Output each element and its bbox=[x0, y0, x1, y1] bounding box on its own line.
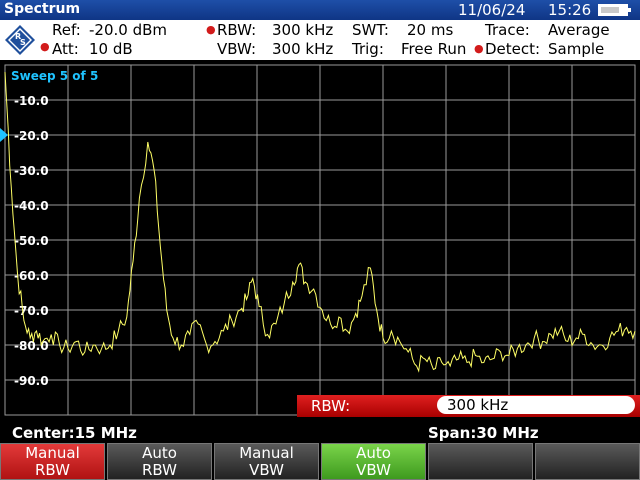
vbw-param-label: VBW: bbox=[217, 40, 257, 58]
manual-vbw-softkey[interactable]: Manual VBW bbox=[214, 443, 319, 480]
softkey-label-top: Auto bbox=[142, 444, 177, 462]
trig-value: Free Run bbox=[401, 40, 467, 58]
swt-label: SWT: bbox=[352, 21, 389, 39]
ref-label: Ref: bbox=[52, 21, 81, 39]
softkey-label-top: Auto bbox=[356, 444, 391, 462]
y-axis-label: -50.0 bbox=[14, 234, 49, 248]
center-frequency: Center:15 MHz bbox=[12, 424, 137, 442]
y-axis-label: -20.0 bbox=[14, 129, 49, 143]
att-label: Att: bbox=[52, 40, 79, 58]
y-axis-label: -40.0 bbox=[14, 199, 49, 213]
detect-value: Sample bbox=[548, 40, 605, 58]
softkey-label-top: Manual bbox=[25, 444, 80, 462]
trace-value: Average bbox=[548, 21, 610, 39]
trig-label: Trig: bbox=[352, 40, 384, 58]
y-axis-label: -90.0 bbox=[14, 374, 49, 388]
reference-level-marker bbox=[0, 128, 8, 142]
att-bullet: ● bbox=[40, 40, 50, 53]
rohde-schwarz-logo: R S bbox=[5, 25, 35, 55]
empty-softkey-6[interactable] bbox=[535, 443, 640, 480]
span-frequency: Span:30 MHz bbox=[428, 424, 539, 442]
ref-value: -20.0 dBm bbox=[89, 21, 168, 39]
title-bar: Spectrum 11/06/24 15:26 bbox=[0, 0, 640, 20]
softkey-label-bottom: VBW bbox=[356, 461, 391, 479]
app-title: Spectrum bbox=[4, 1, 81, 17]
y-axis-label: -60.0 bbox=[14, 269, 49, 283]
rbw-entry-label: RBW: bbox=[311, 397, 351, 415]
date-display: 11/06/24 bbox=[458, 1, 526, 19]
rbw-entry-panel: RBW: 300 kHz bbox=[297, 395, 640, 417]
auto-rbw-softkey[interactable]: Auto RBW bbox=[107, 443, 212, 480]
swt-value: 20 ms bbox=[407, 21, 454, 39]
rbw-entry-field[interactable]: 300 kHz bbox=[437, 396, 635, 414]
sweep-status: Sweep 5 of 5 bbox=[11, 69, 98, 83]
manual-rbw-softkey[interactable]: Manual RBW bbox=[0, 443, 105, 480]
trace-label: Trace: bbox=[485, 21, 530, 39]
y-axis-label: -30.0 bbox=[14, 164, 49, 178]
rbw-param-value: 300 kHz bbox=[272, 21, 334, 39]
detect-label: Detect: bbox=[485, 40, 541, 58]
y-axis-label: -10.0 bbox=[14, 94, 49, 108]
auto-vbw-softkey[interactable]: Auto VBW bbox=[321, 443, 426, 480]
rbw-param-label: RBW: bbox=[217, 21, 257, 39]
spectrum-display[interactable]: -10.0 -20.0 -30.0 -40.0 -50.0 -60.0 -70.0 -80.0… bbox=[0, 60, 640, 424]
rbw-bullet: ● bbox=[206, 23, 216, 36]
softkey-label-bottom: RBW bbox=[141, 461, 177, 479]
battery-icon bbox=[598, 4, 631, 16]
frequency-info-bar: Center:15 MHz Span:30 MHz bbox=[0, 424, 640, 444]
spectrum-plot: -10.0-20.0-30.0-40.0-50.0-60.0-70.0-80.0… bbox=[0, 64, 636, 416]
empty-softkey-5[interactable] bbox=[428, 443, 533, 480]
att-value: 10 dB bbox=[89, 40, 133, 58]
detect-bullet: ● bbox=[474, 42, 484, 55]
time-display: 15:26 bbox=[548, 1, 592, 19]
vbw-param-value: 300 kHz bbox=[272, 40, 334, 58]
parameter-header: R S Ref: -20.0 dBm ● Att: 10 dB ● RBW: 3… bbox=[0, 20, 640, 60]
y-axis-label: -70.0 bbox=[14, 304, 49, 318]
softkey-bar: Manual RBW Auto RBW Manual VBW Auto VBW bbox=[0, 443, 640, 480]
softkey-label-bottom: RBW bbox=[34, 461, 70, 479]
softkey-label-top: Manual bbox=[239, 444, 294, 462]
svg-text:S: S bbox=[20, 38, 26, 47]
softkey-label-bottom: VBW bbox=[249, 461, 284, 479]
